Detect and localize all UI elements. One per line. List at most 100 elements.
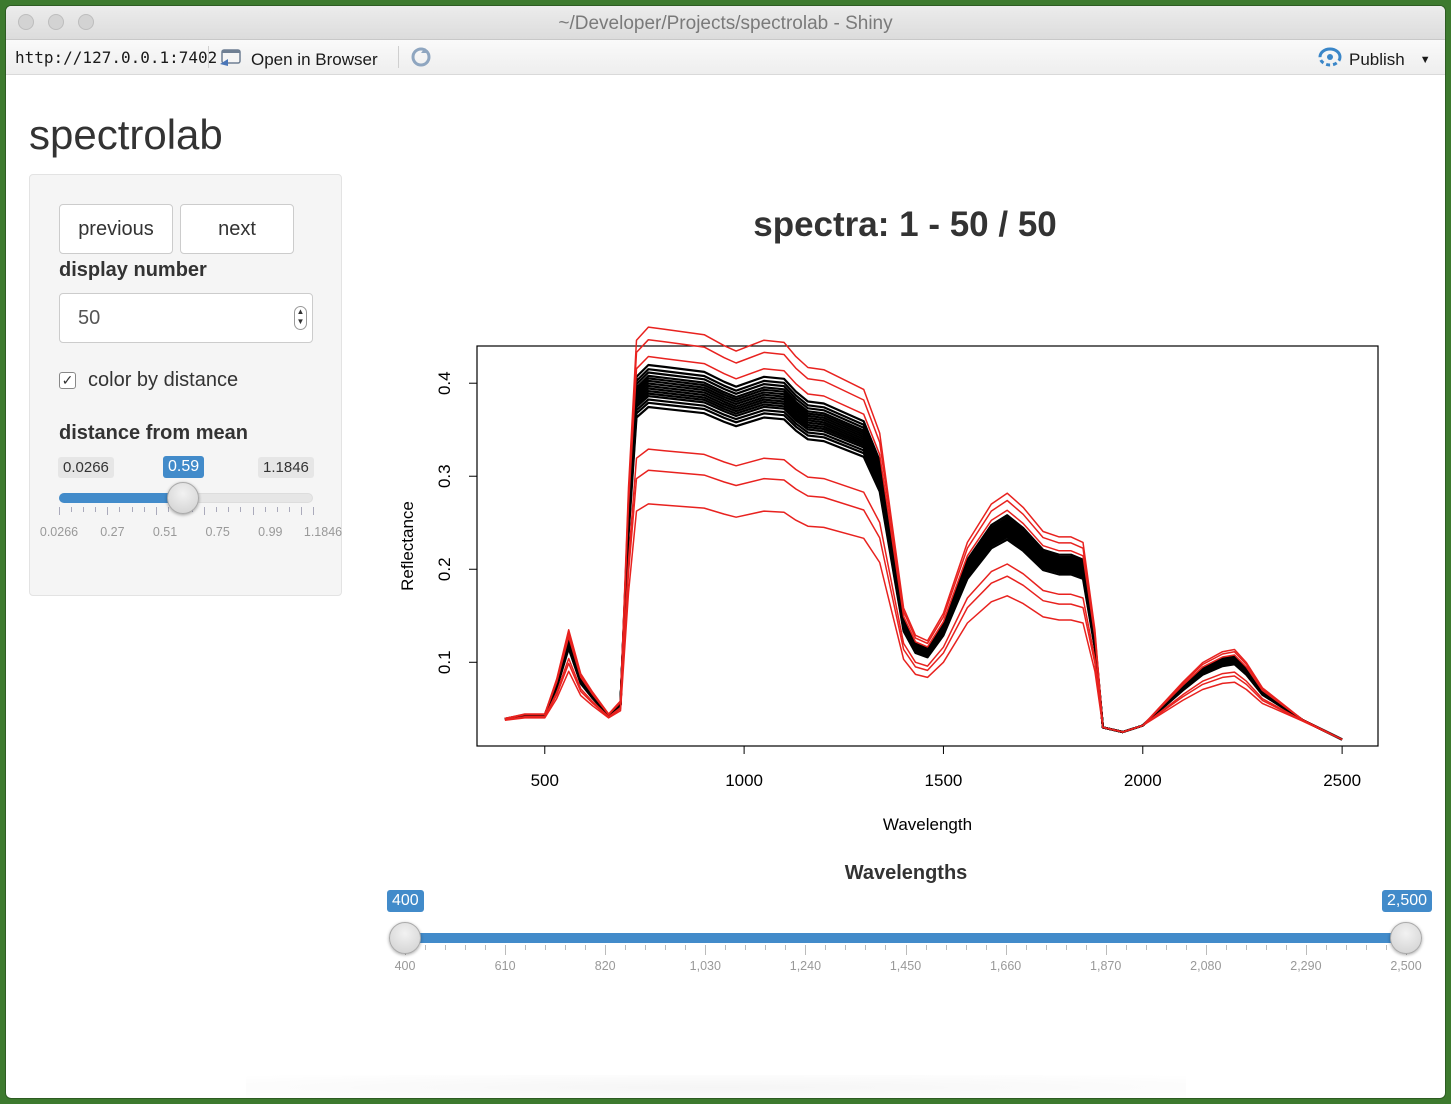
slider-tick [625,945,627,950]
toolbar-divider [398,46,399,68]
slider-tick [765,945,767,950]
color-by-distance-label: color by distance [88,369,239,391]
publish-label: Publish [1349,49,1405,69]
slider-tick [525,945,527,950]
slider-tick [725,945,727,950]
wavelength-slider-fill [405,933,1406,943]
slider-tick-label: 400 [394,959,416,973]
slider-tick [276,507,278,512]
slider-tick [605,945,607,955]
slider-tick [131,507,133,512]
wavelength-slider-to-handle[interactable] [1390,922,1422,954]
page-title: spectrolab [29,111,223,158]
slider-tick [445,945,447,950]
slider-tick-label: 2,080 [1190,959,1222,973]
slider-tick [313,507,314,515]
slider-tick [1005,945,1007,955]
slider-tick-label: 1,240 [789,959,822,973]
y-axis-label: Reflectance [398,501,417,591]
slider-tick [95,507,97,512]
slider-tick [1145,945,1147,950]
open-in-browser-button[interactable]: Open in Browser [219,47,378,72]
x-tick-label: 2000 [1124,771,1162,790]
slider-tick [1165,945,1167,950]
refresh-icon [409,47,433,73]
slider-tick [905,945,907,955]
slider-tick [1325,945,1327,950]
slider-tick [1265,945,1267,950]
slider-tick [1365,945,1367,950]
slider-tick [825,945,827,950]
slider-tick-label: 1.1846 [303,525,343,539]
color-by-distance-checkbox[interactable]: ✓ [59,372,76,389]
slider-tick [465,945,467,950]
slider-tick [1385,945,1387,950]
slider-to-label: 2,500 [1382,890,1433,912]
slider-tick [83,507,85,512]
slider-tick [645,945,647,950]
slider-tick [59,507,60,515]
y-tick-label: 0.3 [435,464,454,488]
slider-tick [240,507,242,512]
url-text[interactable]: http://127.0.0.1:7402 [15,48,217,67]
app-content: spectrolab previous next display number … [6,75,1445,1098]
slider-tick [155,507,157,515]
slider-value-label: 0.59 [163,456,205,478]
chevron-down-icon: ▼ [1419,53,1431,66]
slider-tick [1085,945,1087,950]
slider-tick [485,945,487,950]
y-tick-label: 0.2 [435,557,454,581]
slider-tick [865,945,867,950]
slider-tick-label: 610 [494,959,516,973]
slider-tick-label: 2,500 [1390,959,1422,973]
refresh-button[interactable] [409,45,433,74]
distance-slider-handle[interactable] [166,482,199,514]
slider-tick [288,507,290,512]
slider-tick [985,945,987,950]
slider-tick [1105,945,1107,955]
slider-tick [585,945,587,950]
slider-tick [925,945,927,950]
slider-tick [1225,945,1227,950]
slider-tick-label: 820 [594,959,616,973]
slider-tick-label: 1,450 [889,959,922,973]
browser-window-icon [219,47,243,72]
slider-tick [885,945,887,950]
slider-tick [1205,945,1207,955]
slider-tick [705,945,707,955]
slider-tick [119,507,121,512]
number-stepper-icon[interactable]: ▲ ▼ [294,306,307,330]
slider-tick [216,507,218,512]
publish-button[interactable]: Publish ▼ [1318,47,1431,72]
slider-tick [1285,945,1287,950]
publish-icon [1318,47,1342,72]
slider-tick [1065,945,1067,950]
app-window: ~/Developer/Projects/spectrolab - Shiny … [6,6,1445,1098]
slider-tick [264,507,266,512]
title-bar: ~/Developer/Projects/spectrolab - Shiny [6,6,1445,40]
slider-tick-label: 0.27 [100,525,125,539]
slider-tick [1125,945,1127,950]
wavelength-slider-from-handle[interactable] [389,922,421,954]
slider-tick [845,945,847,950]
y-tick-label: 0.4 [435,371,454,395]
slider-tick-label: 1,660 [989,959,1022,973]
slider-tick-label: 1,870 [1090,959,1122,973]
slider-tick [965,945,967,950]
x-tick-label: 500 [531,771,559,790]
slider-tick [805,945,807,955]
slider-tick [745,945,747,950]
slider-tick [1025,945,1027,950]
display-number-label: display number [59,259,207,281]
slider-tick [204,507,206,515]
y-tick-label: 0.1 [435,650,454,674]
plot-title: spectra: 1 - 50 / 50 [753,205,1057,244]
wavelengths-label: Wavelengths [844,862,968,884]
slider-tick [71,507,73,512]
slider-tick [228,507,230,512]
display-number-field[interactable]: ▲▼ [59,293,313,343]
slider-tick-label: 0.99 [258,525,283,539]
toolbar-divider [208,46,209,68]
display-number-input[interactable] [76,306,280,331]
viewer-toolbar: http://127.0.0.1:7402 Open in Browser Pu… [6,40,1445,75]
